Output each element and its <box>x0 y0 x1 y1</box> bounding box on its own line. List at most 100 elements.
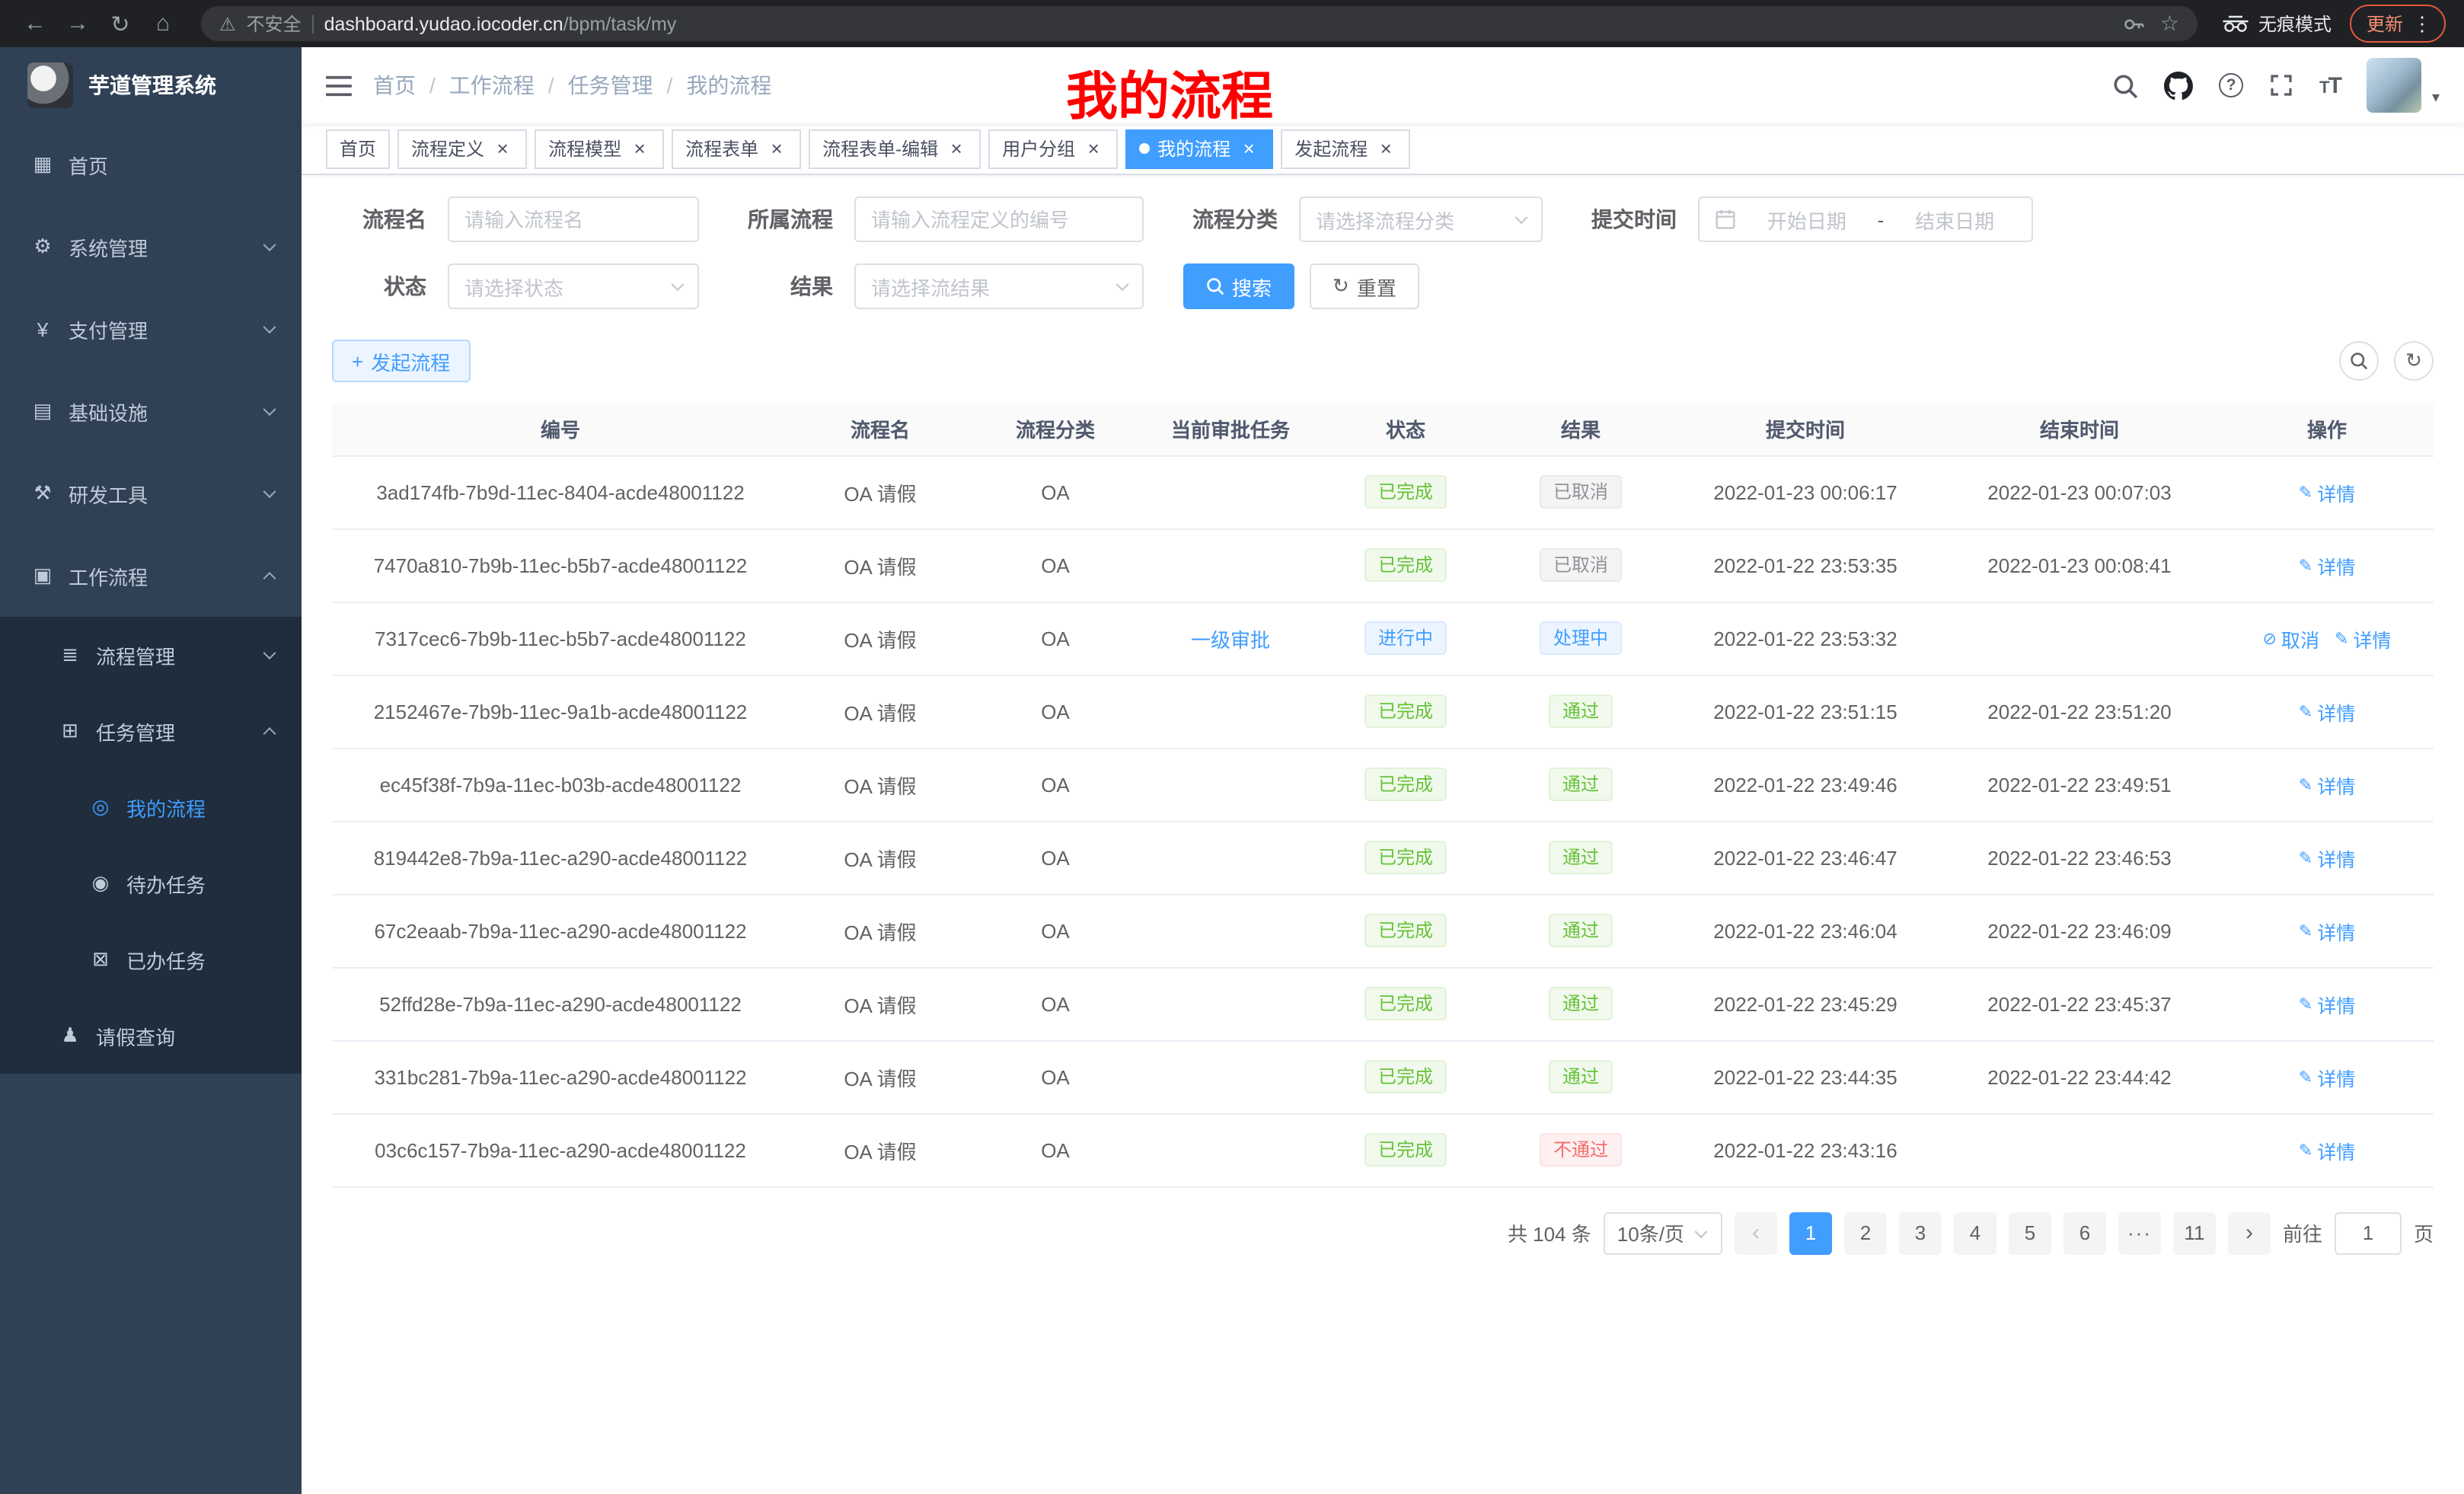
search-button[interactable]: 搜索 <box>1183 263 1294 309</box>
cell-category: OA <box>972 894 1139 967</box>
breadcrumb-item[interactable]: 任务管理 <box>568 70 653 101</box>
hamburger-icon[interactable] <box>326 74 352 97</box>
result-select[interactable]: 请选择流结果 <box>854 263 1144 309</box>
detail-link[interactable]: ✎详情 <box>2299 916 2355 945</box>
page-button[interactable]: 1 <box>1789 1211 1832 1254</box>
sidebar-item[interactable]: ⚒研发工具 <box>0 452 302 535</box>
sidebar-item[interactable]: ⚙系统管理 <box>0 206 302 288</box>
font-size-icon[interactable]: TT <box>2319 72 2341 98</box>
page-size-label: 10条/页 <box>1617 1218 1684 1247</box>
refresh-table-button[interactable]: ↻ <box>2394 341 2434 381</box>
tab-item[interactable]: 用户分组× <box>988 129 1118 168</box>
warning-icon: ⚠ <box>219 13 236 34</box>
tab-item[interactable]: 发起流程× <box>1281 129 1410 168</box>
pagination-next[interactable]: › <box>2228 1211 2271 1254</box>
sidebar-item[interactable]: ▤基础设施 <box>0 370 302 452</box>
column-header: 流程名 <box>789 404 972 455</box>
cell-end-time <box>1939 1113 2220 1186</box>
detail-link[interactable]: ✎详情 <box>2299 551 2355 579</box>
cell-submit-time: 2022-01-22 23:45:29 <box>1672 967 1939 1040</box>
cell-end-time: 2022-01-22 23:51:20 <box>1939 675 2220 748</box>
detail-link[interactable]: ✎详情 <box>2299 697 2355 726</box>
close-icon[interactable]: × <box>629 138 650 159</box>
page-button[interactable]: 4 <box>1954 1211 1996 1254</box>
detail-link[interactable]: ✎详情 <box>2299 477 2355 506</box>
cell-result: 通过 <box>1489 821 1672 894</box>
sidebar-item[interactable]: ▣工作流程 <box>0 535 302 617</box>
github-icon[interactable] <box>2164 71 2193 100</box>
close-icon[interactable]: × <box>1238 138 1259 159</box>
page-button[interactable]: 3 <box>1899 1211 1942 1254</box>
help-icon[interactable]: ? <box>2219 73 2243 97</box>
page-button[interactable]: 6 <box>2063 1211 2106 1254</box>
active-dot <box>1139 143 1150 154</box>
key-icon[interactable] <box>2124 13 2145 34</box>
tab-item[interactable]: 流程模型× <box>535 129 664 168</box>
detail-link[interactable]: ✎详情 <box>2299 770 2355 799</box>
tab-item[interactable]: 首页 <box>326 129 390 168</box>
pagination-more[interactable]: ··· <box>2118 1211 2161 1254</box>
tab-item[interactable]: 流程表单-编辑× <box>809 129 981 168</box>
detail-link[interactable]: ✎详情 <box>2299 843 2355 872</box>
fullscreen-icon[interactable] <box>2269 73 2293 97</box>
close-icon[interactable]: × <box>766 138 787 159</box>
cell-actions: ✎详情 <box>2220 675 2434 748</box>
detail-link[interactable]: ✎详情 <box>2299 1062 2355 1091</box>
breadcrumb-item[interactable]: 工作流程 <box>449 70 535 101</box>
app-logo[interactable]: 芋道管理系统 <box>0 47 302 123</box>
reload-icon[interactable]: ↻ <box>101 5 140 42</box>
current-task-link[interactable]: 一级审批 <box>1191 628 1270 651</box>
close-icon[interactable]: × <box>1083 138 1104 159</box>
done-task-icon: ⊠ <box>88 947 113 972</box>
hide-search-button[interactable] <box>2339 341 2379 381</box>
reset-button[interactable]: ↻ 重置 <box>1310 263 1419 309</box>
start-process-button[interactable]: + 发起流程 <box>332 340 470 382</box>
breadcrumb-item[interactable]: 首页 <box>373 70 416 101</box>
search-icon[interactable] <box>2112 72 2138 98</box>
cell-id: 2152467e-7b9b-11ec-9a1b-acde48001122 <box>332 675 789 748</box>
sidebar-item[interactable]: ◎我的流程 <box>0 769 302 845</box>
cell-end-time: 2022-01-22 23:46:53 <box>1939 821 2220 894</box>
tab-item[interactable]: 流程定义× <box>397 129 527 168</box>
page-button[interactable]: 11 <box>2173 1211 2216 1254</box>
category-select[interactable]: 请选择流程分类 <box>1299 196 1543 242</box>
detail-link[interactable]: ✎详情 <box>2299 1135 2355 1164</box>
page-size-select[interactable]: 10条/页 <box>1604 1211 1722 1254</box>
sidebar-item[interactable]: ♟请假查询 <box>0 998 302 1074</box>
update-button[interactable]: 更新 ⋮ <box>2350 5 2446 43</box>
sidebar-item[interactable]: ≣流程管理 <box>0 617 302 693</box>
cell-name: OA 请假 <box>789 1040 972 1113</box>
sidebar-item[interactable]: ⊠已办任务 <box>0 921 302 998</box>
process-name-input[interactable] <box>448 196 699 242</box>
date-range-picker[interactable]: 开始日期 - 结束日期 <box>1698 196 2033 242</box>
close-icon[interactable]: × <box>946 138 967 159</box>
detail-link[interactable]: ✎详情 <box>2335 624 2391 653</box>
bookmark-star-icon[interactable]: ☆ <box>2160 11 2179 37</box>
page-button[interactable]: 5 <box>2009 1211 2051 1254</box>
sidebar-item[interactable]: ▦首页 <box>0 123 302 206</box>
close-icon[interactable]: × <box>1375 138 1396 159</box>
tab-item[interactable]: 我的流程× <box>1125 129 1273 168</box>
sidebar-item[interactable]: ⊞任务管理 <box>0 693 302 769</box>
avatar[interactable] <box>2367 58 2421 113</box>
forward-icon[interactable]: → <box>58 5 97 42</box>
menu-dots-icon[interactable]: ⋮ <box>2412 14 2432 34</box>
status-select[interactable]: 请选择状态 <box>448 263 699 309</box>
detail-link[interactable]: ✎详情 <box>2299 989 2355 1018</box>
back-icon[interactable]: ← <box>15 5 55 42</box>
close-icon[interactable]: × <box>492 138 513 159</box>
cell-task <box>1139 894 1322 967</box>
page-button[interactable]: 2 <box>1844 1211 1887 1254</box>
tab-item[interactable]: 流程表单× <box>672 129 801 168</box>
pagination-prev[interactable]: ‹ <box>1735 1211 1777 1254</box>
goto-page-input[interactable] <box>2335 1211 2402 1254</box>
pagination-pages: 123456 ··· 11 <box>1789 1211 2216 1254</box>
browser-home-icon[interactable]: ⌂ <box>143 5 183 42</box>
process-definition-input[interactable] <box>854 196 1144 242</box>
end-date-placeholder: 结束日期 <box>1893 205 2016 234</box>
cell-task <box>1139 748 1322 821</box>
cancel-link[interactable]: ⊘取消 <box>2263 624 2319 653</box>
address-bar[interactable]: ⚠ 不安全 dashboard.yudao.iocoder.cn/bpm/tas… <box>201 6 2197 41</box>
sidebar-item[interactable]: ◉待办任务 <box>0 845 302 921</box>
sidebar-item[interactable]: ¥支付管理 <box>0 288 302 370</box>
